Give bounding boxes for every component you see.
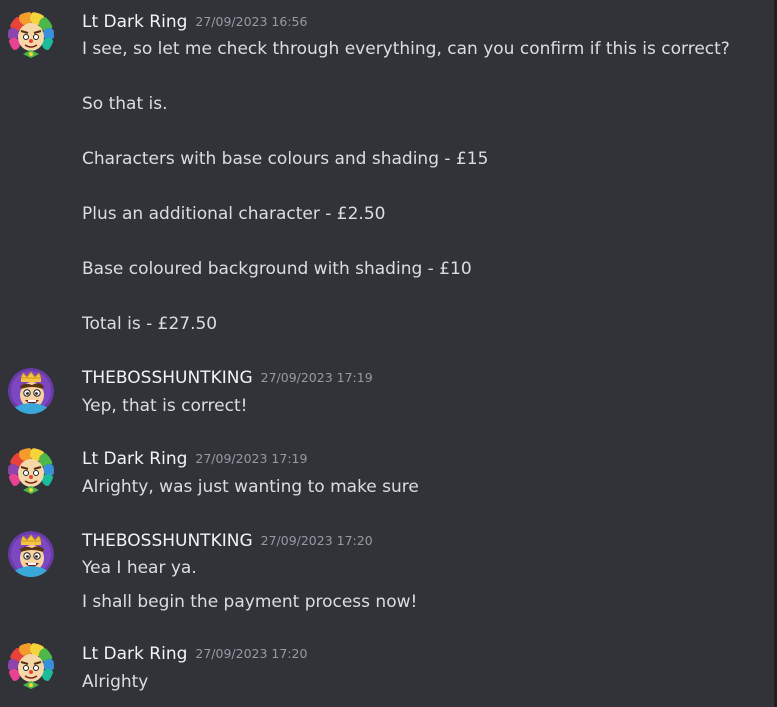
timestamp[interactable]: 27/09/2023 16:56 [195, 14, 307, 29]
username[interactable]: Lt Dark Ring [82, 644, 187, 664]
message-text: Plus an additional character - £2.50 [82, 204, 386, 224]
timestamp[interactable]: 27/09/2023 17:20 [261, 533, 373, 548]
clown-avatar-icon [8, 643, 54, 689]
message-header: THEBOSSHUNTKING 27/09/2023 17:20 [82, 531, 373, 555]
timestamp[interactable]: 27/09/2023 17:19 [261, 370, 373, 385]
username[interactable]: Lt Dark Ring [82, 12, 187, 32]
message-text: Yea I hear ya. [82, 558, 197, 578]
message-header: THEBOSSHUNTKING 27/09/2023 17:19 [82, 368, 373, 392]
message-text: I shall begin the payment process now! [82, 592, 418, 612]
username[interactable]: Lt Dark Ring [82, 449, 187, 469]
avatar[interactable] [8, 448, 54, 494]
avatar[interactable] [8, 12, 54, 58]
message-header: Lt Dark Ring 27/09/2023 17:19 [82, 449, 307, 473]
message-text: Base coloured background with shading - … [82, 259, 472, 279]
avatar[interactable] [8, 643, 54, 689]
avatar[interactable] [8, 531, 54, 577]
king-avatar-icon [8, 368, 54, 414]
username[interactable]: THEBOSSHUNTKING [82, 368, 253, 388]
timestamp[interactable]: 27/09/2023 17:20 [195, 646, 307, 661]
username[interactable]: THEBOSSHUNTKING [82, 531, 253, 551]
message-header: Lt Dark Ring 27/09/2023 16:56 [82, 12, 307, 36]
message-text: Alrighty, was just wanting to make sure [82, 477, 419, 497]
avatar[interactable] [8, 368, 54, 414]
message-text: I see, so let me check through everythin… [82, 39, 730, 59]
message-text: So that is. [82, 94, 168, 114]
message-text: Alrighty [82, 672, 149, 692]
message-header: Lt Dark Ring 27/09/2023 17:20 [82, 644, 307, 668]
king-avatar-icon [8, 531, 54, 577]
message-text: Total is - £27.50 [82, 314, 218, 334]
message-text: Characters with base colours and shading… [82, 149, 489, 169]
clown-avatar-icon [8, 12, 54, 58]
chat-messages: Lt Dark Ring 27/09/2023 16:56 I see, so l… [0, 0, 777, 707]
timestamp[interactable]: 27/09/2023 17:19 [195, 451, 307, 466]
message-text: Yep, that is correct! [82, 396, 248, 416]
clown-avatar-icon [8, 448, 54, 494]
